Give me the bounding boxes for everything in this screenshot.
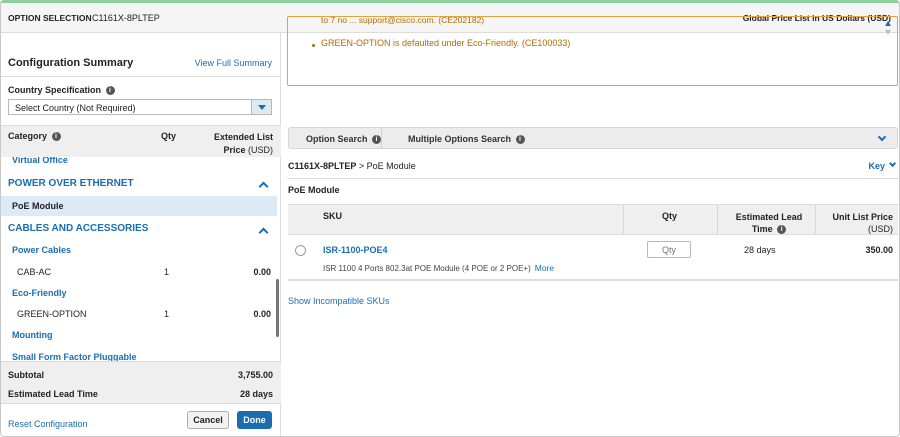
divider xyxy=(1,403,281,404)
section-cables-title: CABLES AND ACCESSORIES xyxy=(8,223,149,234)
scrollbar[interactable] xyxy=(276,279,279,337)
more-link[interactable]: More xyxy=(535,263,554,273)
key-label: Key xyxy=(868,161,885,171)
option-selection-dialog: OPTION SELECTION C1161X-8PLTEP Global Pr… xyxy=(0,0,900,437)
configuration-summary-panel: Configuration Summary View Full Summary … xyxy=(1,33,281,436)
category-header-text: Category xyxy=(8,131,48,141)
extended-price-column-header: Extended List Price (USD) xyxy=(214,131,273,157)
info-icon[interactable]: i xyxy=(515,135,525,145)
header-label: OPTION SELECTION xyxy=(8,13,92,23)
country-spec-text: Country Specification xyxy=(8,85,102,95)
section-poe-title: POWER OVER ETHERNET xyxy=(8,178,134,189)
lead-time-label: Estimated Lead Time xyxy=(8,389,98,399)
ext-price-text: Extended List xyxy=(213,132,273,142)
country-select-value: Select Country (Not Required) xyxy=(15,103,136,113)
done-button[interactable]: Done xyxy=(237,411,272,429)
scroll-down-icon[interactable] xyxy=(885,30,891,35)
notice-box: to 7 no ... support@cisco.com. (CE202182… xyxy=(287,16,898,86)
tab-option-search[interactable]: Option Search i xyxy=(306,134,382,145)
divider xyxy=(1,76,281,77)
qty-input[interactable] xyxy=(647,241,691,258)
sku-radio[interactable] xyxy=(295,245,306,256)
header-model: C1161X-8PLTEP xyxy=(92,13,160,23)
chevron-down-icon[interactable] xyxy=(888,159,897,168)
info-icon[interactable]: i xyxy=(105,86,115,96)
table-row: ISR-1100-POE4 ISR 1100 4 Ports 802.3at P… xyxy=(288,235,898,281)
sku-link[interactable]: ISR-1100-POE4 xyxy=(323,245,388,255)
tab-multiple-search-label: Multiple Options Search xyxy=(408,134,512,144)
chevron-down-icon[interactable] xyxy=(877,132,887,142)
category-small-form-factor[interactable]: Small Form Factor Pluggable xyxy=(12,352,137,361)
qty-column-header: Qty xyxy=(161,131,177,141)
chevron-down-icon[interactable] xyxy=(251,100,271,114)
price-header-line1: Unit List Price xyxy=(832,212,893,222)
breadcrumb-separator: > xyxy=(358,161,365,171)
lead-time-column-header: Estimated Lead Time i xyxy=(729,211,809,235)
item-qty: 1 xyxy=(164,309,170,319)
ext-price-currency: (USD) xyxy=(248,145,273,155)
info-icon[interactable]: i xyxy=(51,132,61,142)
chevron-up-icon[interactable] xyxy=(258,181,269,192)
tab-multiple-options-search[interactable]: Multiple Options Search i xyxy=(408,134,525,145)
category-power-cables[interactable]: Power Cables xyxy=(12,245,71,255)
sku-description: ISR 1100 4 Ports 802.3at POE Module (4 P… xyxy=(323,263,554,273)
lead-time-value: 28 days xyxy=(239,389,273,399)
breadcrumb-model[interactable]: C1161X-8PLTEP xyxy=(288,161,356,171)
category-mounting[interactable]: Mounting xyxy=(12,330,52,340)
key-dropdown[interactable]: Key xyxy=(868,161,885,171)
notice-line-2: GREEN-OPTION is defaulted under Eco-Frie… xyxy=(321,38,571,48)
sku-description-text: ISR 1100 4 Ports 802.3at POE Module (4 P… xyxy=(323,264,531,273)
breadcrumb: C1161X-8PLTEP > PoE Module xyxy=(288,161,416,171)
view-full-summary-link[interactable]: View Full Summary xyxy=(195,58,272,68)
qty-column-header: Qty xyxy=(662,211,678,221)
divider xyxy=(381,128,382,148)
category-table-header: Category i Qty Extended List Price (USD) xyxy=(1,125,281,157)
lead-header-line2: Time xyxy=(751,224,773,234)
ext-price-unit: Price xyxy=(223,145,246,155)
item-price: 0.00 xyxy=(253,267,271,277)
info-icon[interactable]: i xyxy=(777,225,787,235)
summary-totals: Subtotal 3,755.00 Estimated Lead Time 28… xyxy=(1,361,281,403)
item-price: 0.00 xyxy=(253,309,271,319)
notice-line-1: to 7 no ... support@cisco.com. (CE202182… xyxy=(321,16,485,25)
reset-configuration-link[interactable]: Reset Configuration xyxy=(8,419,88,429)
unit-price-value: 350.00 xyxy=(865,245,893,255)
price-header-line2: (USD) xyxy=(868,224,893,234)
category-eco-friendly[interactable]: Eco-Friendly xyxy=(12,288,67,298)
chevron-up-icon[interactable] xyxy=(258,227,269,238)
breadcrumb-current: PoE Module xyxy=(366,161,416,171)
category-virtual-office[interactable]: Virtual Office xyxy=(12,157,68,165)
category-column-header: Category i xyxy=(8,131,61,142)
item-name: CAB-AC xyxy=(17,267,52,277)
section-title: PoE Module xyxy=(288,185,340,195)
search-tabs: Option Search i Multiple Options Search … xyxy=(288,127,898,149)
unit-price-column-header: Unit List Price (USD) xyxy=(832,211,893,235)
subtotal-value: 3,755.00 xyxy=(237,370,273,380)
show-incompatible-skus-link[interactable]: Show Incompatible SKUs xyxy=(288,296,390,306)
category-poe-module[interactable]: PoE Module xyxy=(1,196,277,216)
sku-table-header: SKU Qty Estimated Lead Time i Unit List P… xyxy=(288,204,898,235)
bullet-icon xyxy=(312,44,315,47)
section-cables[interactable]: CABLES AND ACCESSORIES xyxy=(1,219,277,239)
divider xyxy=(287,178,898,179)
item-qty: 1 xyxy=(164,267,170,277)
section-poe[interactable]: POWER OVER ETHERNET xyxy=(1,173,277,193)
divider xyxy=(623,205,624,234)
country-spec-label: Country Specification i xyxy=(8,85,115,96)
info-icon[interactable]: i xyxy=(372,135,382,145)
item-name: GREEN-OPTION xyxy=(17,309,87,319)
divider xyxy=(815,205,816,234)
cancel-button[interactable]: Cancel xyxy=(187,411,229,429)
lead-time-value: 28 days xyxy=(744,245,776,255)
country-select[interactable]: Select Country (Not Required) xyxy=(8,99,272,115)
summary-title: Configuration Summary xyxy=(8,57,134,69)
category-poe-module-label: PoE Module xyxy=(12,201,64,211)
divider xyxy=(717,205,718,234)
scroll-up-icon[interactable] xyxy=(885,21,891,26)
sku-column-header: SKU xyxy=(323,211,343,221)
subtotal-label: Subtotal xyxy=(8,370,44,380)
tab-option-search-label: Option Search xyxy=(306,134,368,144)
lead-header-line1: Estimated Lead xyxy=(735,212,803,222)
category-list: Virtual Office POWER OVER ETHERNET PoE M… xyxy=(1,157,281,361)
